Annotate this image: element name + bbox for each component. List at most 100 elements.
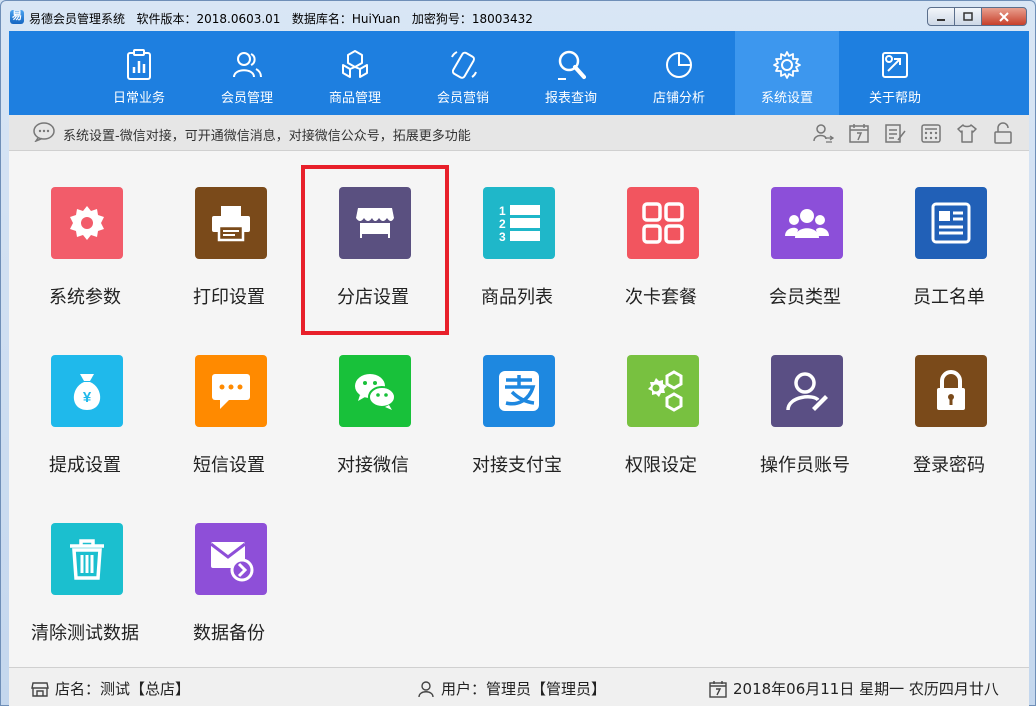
calendar-icon: [709, 680, 727, 698]
mail-backup-icon: [195, 523, 267, 595]
tile-operator-account[interactable]: 操作员账号: [735, 319, 875, 476]
current-date: 2018年06月11日 星期一 农历四月廿八: [733, 680, 999, 698]
store-status: 店名：测试【总店】: [31, 678, 190, 699]
tile-label: 次卡套餐: [625, 287, 697, 308]
user-icon: [418, 680, 434, 697]
tile-data-backup[interactable]: 数据备份: [159, 487, 299, 644]
store-name: 店名：测试【总店】: [55, 680, 191, 698]
tile-label: 数据备份: [193, 623, 265, 644]
tile-label: 短信设置: [193, 455, 265, 476]
svg-text:3: 3: [499, 230, 506, 244]
tile-label: 提成设置: [49, 455, 121, 476]
skin-button[interactable]: [949, 121, 985, 145]
tile-label: 员工名单: [913, 287, 985, 308]
tile-label: 对接支付宝: [472, 455, 562, 476]
user-status: 用户：管理员【管理员】: [417, 678, 606, 699]
sms-icon: [195, 355, 267, 427]
status-bar: 店名：测试【总店】 用户：管理员【管理员】 2018年06月11日 星期一 农历…: [9, 667, 1029, 706]
nav-member-marketing[interactable]: 会员营销: [411, 31, 515, 115]
calculator-button[interactable]: [913, 121, 949, 145]
nav-member-management[interactable]: 会员管理: [195, 31, 299, 115]
app-window: 易 易德会员管理系统 软件版本：2018.0603.01 数据库名：HuiYua…: [0, 0, 1036, 706]
nav-store-analysis[interactable]: 店铺分析: [627, 31, 731, 115]
nav-label: 会员营销: [436, 91, 489, 106]
maximize-button[interactable]: [954, 7, 982, 26]
tile-commission-settings[interactable]: ¥ 提成设置: [15, 319, 155, 476]
selection-highlight: [301, 165, 449, 335]
tile-print-settings[interactable]: 打印设置: [159, 151, 299, 308]
lock-icon: [994, 122, 1012, 144]
user-switch-icon: [813, 124, 834, 143]
close-button[interactable]: [981, 7, 1027, 26]
info-bar: 系统设置-微信对接，可开通微信消息，对接微信公众号，拓展更多功能: [9, 115, 1029, 151]
wechat-icon: [339, 355, 411, 427]
tile-label: 权限设定: [625, 455, 697, 476]
tile-clear-test-data[interactable]: 清除测试数据: [15, 487, 155, 644]
edit-list-icon: [885, 124, 906, 143]
title-bar: 易 易德会员管理系统 软件版本：2018.0603.01 数据库名：HuiYua…: [1, 1, 1035, 31]
window-title: 易德会员管理系统 软件版本：2018.0603.01 数据库名：HuiYuan …: [29, 12, 533, 26]
edit-list-button[interactable]: [877, 121, 913, 145]
lock-icon: [915, 355, 987, 427]
nav-system-settings[interactable]: 系统设置: [735, 31, 839, 115]
nav-about-help[interactable]: 关于帮助: [843, 31, 947, 115]
minimize-icon: [937, 18, 945, 21]
nav-label: 店铺分析: [652, 91, 705, 106]
tile-wechat[interactable]: 对接微信: [303, 319, 443, 476]
tile-login-password[interactable]: 登录密码: [879, 319, 1019, 476]
tile-member-type[interactable]: 会员类型: [735, 151, 875, 308]
lock-screen-button[interactable]: [985, 121, 1021, 145]
svg-text:2: 2: [499, 217, 506, 231]
printer-icon: [195, 187, 267, 259]
boxes-icon: [342, 50, 368, 78]
tile-label: 操作员账号: [760, 455, 850, 476]
user-name: 用户：管理员【管理员】: [441, 680, 607, 698]
money-bag-icon: ¥: [51, 355, 123, 427]
nav-label: 报表查询: [544, 91, 597, 106]
calendar-icon: [849, 124, 869, 143]
close-icon: [999, 11, 1009, 22]
tile-staff-list[interactable]: 员工名单: [879, 151, 1019, 308]
grid-icon: [627, 187, 699, 259]
app-logo-icon: 易: [10, 10, 24, 24]
phone-icon: [451, 51, 477, 79]
gear-icon: [51, 187, 123, 259]
calendar-button[interactable]: [841, 121, 877, 145]
users-icon: [233, 52, 262, 78]
search-report-icon: [558, 50, 586, 80]
calculator-icon: [921, 124, 941, 143]
tile-product-list[interactable]: 123 商品列表: [447, 151, 587, 308]
tile-label: 系统参数: [49, 287, 121, 308]
nav-product-management[interactable]: 商品管理: [303, 31, 407, 115]
store-icon: [31, 681, 49, 697]
info-text: 系统设置-微信对接，可开通微信消息，对接微信公众号，拓展更多功能: [63, 129, 471, 144]
nav-label: 日常业务: [112, 91, 165, 106]
tile-permissions[interactable]: 权限设定: [591, 319, 731, 476]
tile-label: 对接微信: [337, 455, 409, 476]
tile-system-params[interactable]: 系统参数: [15, 151, 155, 308]
main-nav: 日常业务 会员管理 商品管理 会员营销 报表查询 店铺分析 系统设置 关于帮助: [9, 31, 1029, 115]
chat-bubble-icon: [33, 122, 55, 142]
tile-card-package[interactable]: 次卡套餐: [591, 151, 731, 308]
tile-label: 清除测试数据: [31, 623, 139, 644]
date-status: 2018年06月11日 星期一 农历四月廿八: [709, 678, 999, 699]
tile-sms-settings[interactable]: 短信设置: [159, 319, 299, 476]
minimize-button[interactable]: [927, 7, 955, 26]
nav-report-query[interactable]: 报表查询: [519, 31, 623, 115]
nav-daily-business[interactable]: 日常业务: [87, 31, 191, 115]
nav-label: 系统设置: [760, 91, 813, 106]
tshirt-icon: [957, 124, 977, 143]
gears-icon: [627, 355, 699, 427]
user-switch-button[interactable]: [805, 121, 841, 145]
nav-label: 商品管理: [328, 91, 381, 106]
tile-label: 登录密码: [913, 455, 985, 476]
trash-icon: [51, 523, 123, 595]
maximize-icon: [963, 11, 973, 21]
help-icon: [882, 52, 908, 78]
tile-label: 商品列表: [481, 287, 553, 308]
tile-label: 会员类型: [769, 287, 841, 308]
numbered-list-icon: 123: [483, 187, 555, 259]
gear-icon: [773, 51, 801, 79]
tile-alipay[interactable]: 对接支付宝: [447, 319, 587, 476]
tile-label: 打印设置: [193, 287, 265, 308]
